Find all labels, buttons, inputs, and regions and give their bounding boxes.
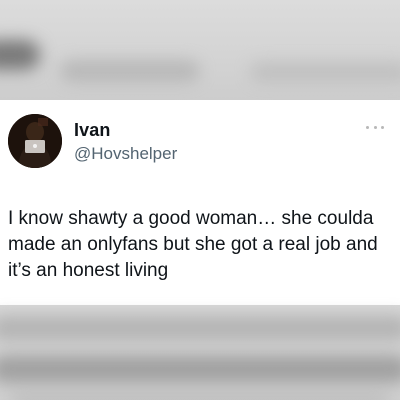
blurred-background-bottom <box>0 305 400 400</box>
blurred-shape <box>0 355 400 383</box>
blurred-shape <box>10 393 390 400</box>
blurred-shape <box>0 315 400 341</box>
dot <box>366 125 369 129</box>
author-name[interactable]: Ivan <box>74 120 110 141</box>
blurred-background-top <box>0 0 400 100</box>
blurred-shape <box>250 62 400 82</box>
profile-avatar-icon[interactable] <box>8 114 62 168</box>
dot <box>381 125 384 129</box>
tweet-text: I know shawty a good woman… she coulda m… <box>8 208 378 281</box>
avatar-photo <box>8 114 62 168</box>
blurred-shape <box>0 40 40 70</box>
tweet-card: Ivan @Hovshelper I know shawty a good wo… <box>0 100 400 305</box>
author-handle[interactable]: @Hovshelper <box>74 144 177 164</box>
dot <box>373 125 377 129</box>
more-options-icon[interactable] <box>366 124 384 130</box>
screenshot-frame: Ivan @Hovshelper I know shawty a good wo… <box>0 0 400 400</box>
blurred-shape <box>60 60 200 82</box>
